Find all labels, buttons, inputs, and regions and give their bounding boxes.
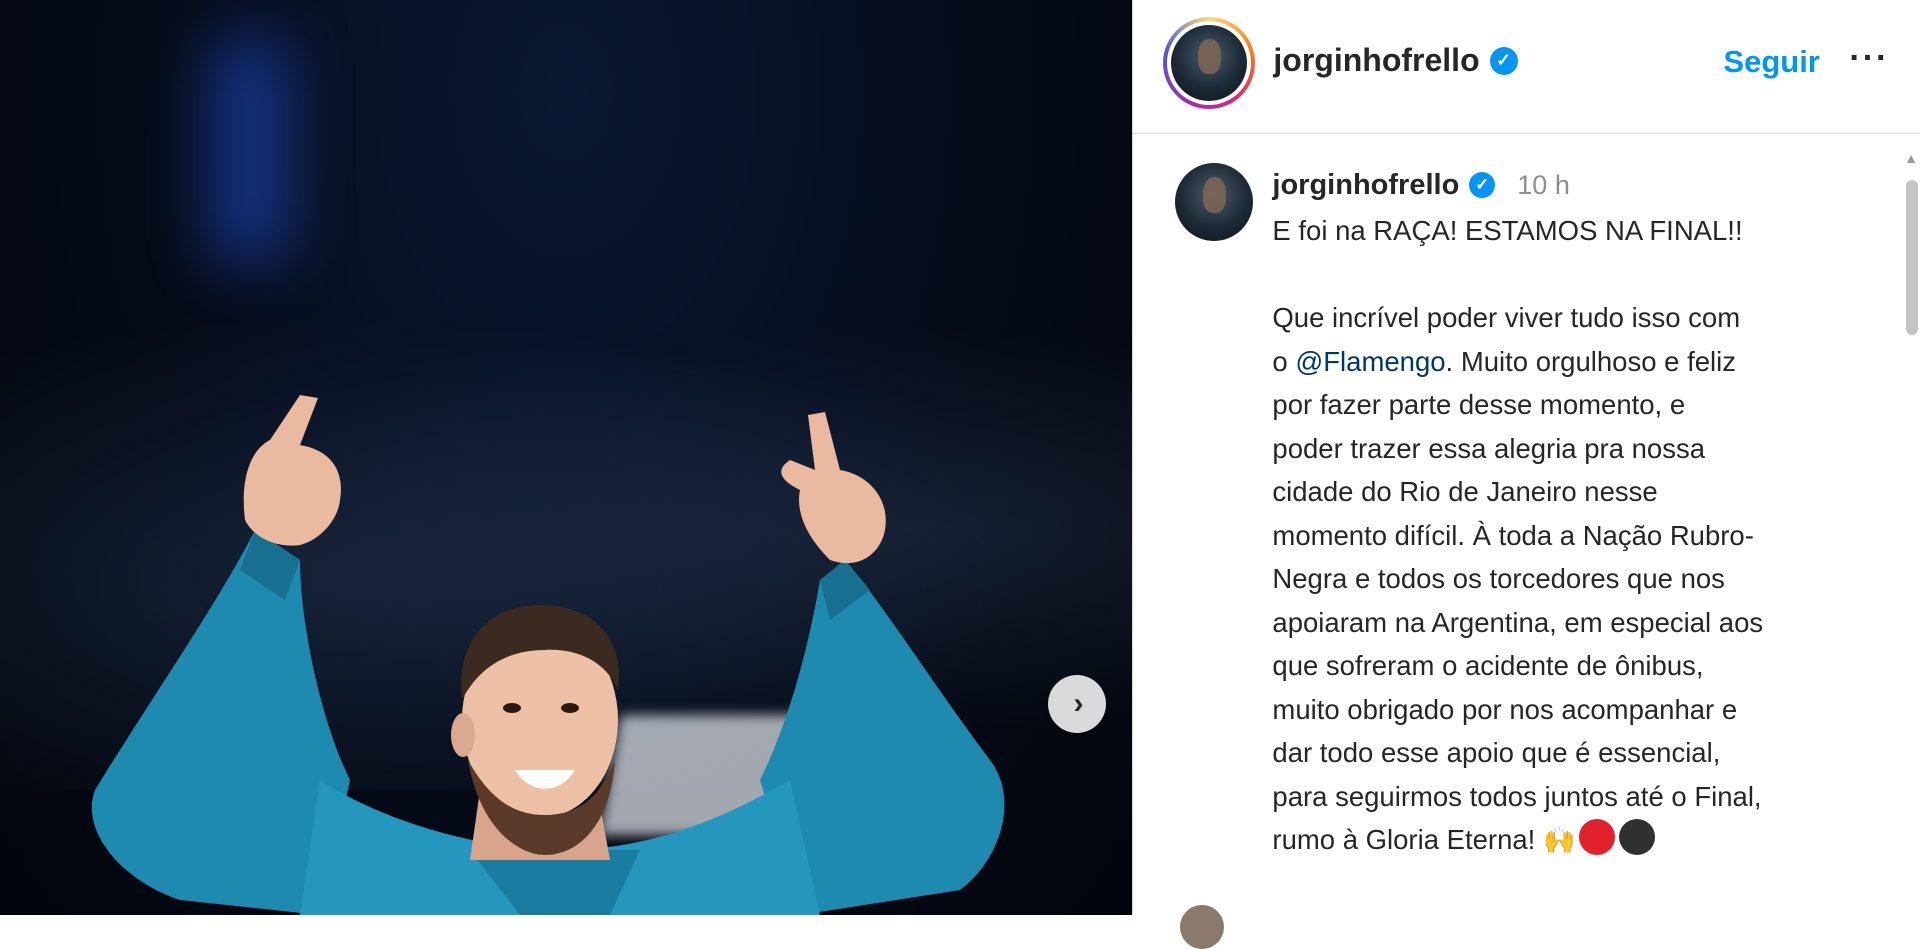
scroll-up-icon[interactable]: ▲ (1904, 150, 1918, 166)
caption-line: por fazer parte desse momento, e (1272, 389, 1686, 420)
next-photo-button[interactable]: › (1048, 675, 1106, 733)
scroll-thumb[interactable] (1906, 180, 1918, 335)
caption-line: dar todo esse apoio que é essencial, (1272, 737, 1721, 768)
follow-button[interactable]: Seguir (1723, 44, 1819, 80)
caption-line: poder trazer essa alegria pra nossa (1272, 432, 1706, 464)
caption-text: E foi na RAÇA! ESTAMOS NA FINAL!! Que in… (1272, 209, 1872, 863)
caption-blank-line (1272, 253, 1872, 297)
caption-line: Que incrível poder viver tudo isso com (1272, 302, 1741, 333)
caption-text-fragment: . Muito orgulhoso e feliz (1445, 345, 1736, 377)
instagram-post-view: › jorginhofrello ✓ Seguir ··· jorginhofr… (0, 0, 1920, 949)
more-options-icon[interactable]: ··· (1843, 38, 1895, 79)
caption-text-fragment: o (1272, 345, 1296, 377)
mention-link[interactable]: @Flamengo (1295, 346, 1445, 377)
caption-avatar[interactable] (1175, 163, 1254, 241)
caption-line: apoiaram na Argentina, em especial aos (1272, 606, 1764, 638)
post-timestamp[interactable]: 10 h (1517, 170, 1570, 201)
raised-hands-icon: 🙌 (1542, 825, 1576, 855)
chevron-right-icon: › (1073, 687, 1084, 720)
red-circle-icon (1579, 819, 1616, 855)
header-username-row: jorginhofrello ✓ (1273, 42, 1518, 79)
caption-line: momento difícil. À toda a Nação Rubro- (1272, 519, 1754, 551)
story-ring[interactable] (1163, 17, 1256, 109)
post-header: jorginhofrello ✓ Seguir ··· (1133, 0, 1920, 134)
post-image[interactable]: › (0, 0, 1133, 915)
caption-line-mention: o @Flamengo. Muito orgulhoso e feliz (1272, 340, 1872, 384)
caption-line-last: rumo à Gloria Eterna! 🙌 (1272, 818, 1872, 863)
caption-line: muito obrigado por nos acompanhar e (1272, 693, 1738, 725)
caption-line: E foi na RAÇA! ESTAMOS NA FINAL!! (1272, 215, 1743, 246)
verified-badge-icon: ✓ (1469, 172, 1496, 198)
caption-line: para seguirmos todos juntos até o Final, (1272, 780, 1762, 812)
caption-line: que sofreram o acidente de ônibus, (1272, 650, 1704, 681)
player-figure (91, 395, 1005, 915)
caption-username[interactable]: jorginhofrello (1272, 169, 1459, 202)
caption-text-fragment: rumo à Gloria Eterna! (1272, 824, 1543, 855)
next-comment-avatar[interactable] (1180, 905, 1224, 949)
caption-line: cidade do Rio de Janeiro nesse (1272, 476, 1658, 507)
avatar[interactable] (1171, 25, 1248, 101)
caption-line: Negra e todos os torcedores que nos (1272, 563, 1725, 594)
comments-scrollbar[interactable]: ▲ (1904, 150, 1920, 915)
header-username[interactable]: jorginhofrello (1273, 42, 1479, 79)
verified-badge-icon: ✓ (1489, 46, 1518, 75)
post-details-panel: jorginhofrello ✓ Seguir ··· jorginhofrel… (1132, 0, 1920, 915)
black-circle-icon (1619, 819, 1656, 855)
